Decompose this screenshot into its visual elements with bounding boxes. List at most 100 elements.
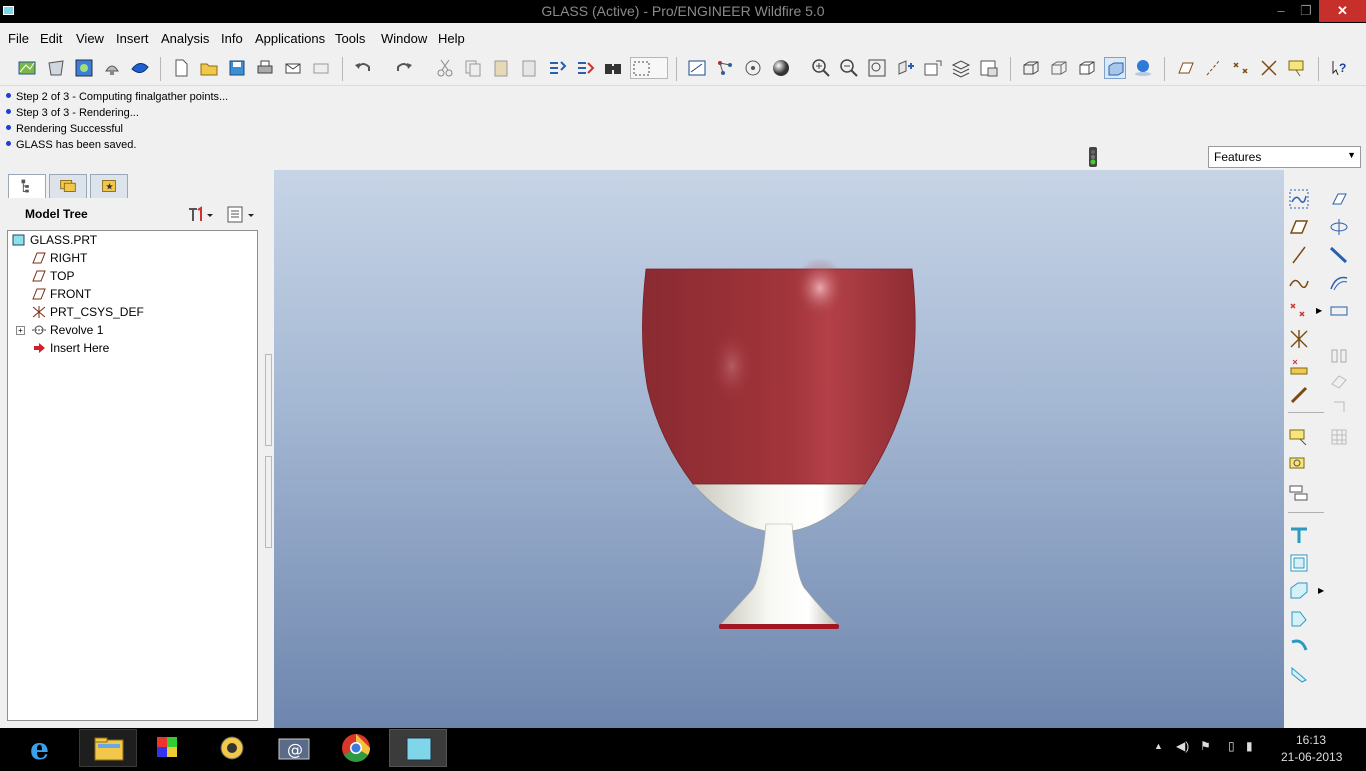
point-icon[interactable] [1288, 300, 1310, 322]
cut-icon[interactable] [434, 57, 456, 79]
round-icon[interactable] [1288, 552, 1310, 574]
reorient-icon[interactable] [894, 57, 916, 79]
csys-tool-icon[interactable] [1288, 328, 1310, 350]
no-hidden-icon[interactable] [1076, 57, 1098, 79]
orient-mode-icon[interactable] [742, 57, 764, 79]
graphics-window[interactable] [274, 170, 1284, 728]
plane-icon[interactable] [1288, 216, 1310, 238]
volume-icon[interactable]: ◀) [1176, 739, 1189, 753]
render-icon[interactable] [129, 57, 151, 79]
regenerate-icon[interactable] [546, 57, 568, 79]
rib-icon[interactable] [1288, 636, 1310, 658]
chevron-right-icon[interactable]: ▶ [1316, 306, 1322, 315]
menu-tools[interactable]: Tools [335, 31, 365, 46]
paste-special-icon[interactable] [518, 57, 540, 79]
tree-settings-icon[interactable] [186, 205, 216, 225]
datum-plane-display-icon[interactable] [1174, 57, 1196, 79]
refit-icon[interactable] [866, 57, 888, 79]
extrude-icon[interactable] [1288, 524, 1310, 546]
shell-icon[interactable] [1328, 300, 1350, 322]
menu-help[interactable]: Help [438, 31, 465, 46]
battery-icon[interactable]: ▯ [1228, 739, 1235, 753]
pattern-icon[interactable] [1328, 426, 1350, 448]
datum-axis-display-icon[interactable] [1202, 57, 1224, 79]
sketch-icon[interactable] [1288, 188, 1310, 210]
panel-sash[interactable] [265, 354, 272, 446]
light-icon[interactable] [101, 57, 123, 79]
scene-icon[interactable] [73, 57, 95, 79]
menu-applications[interactable]: Applications [255, 31, 325, 46]
appearance-sphere-icon[interactable] [770, 57, 792, 79]
chevron-right-icon[interactable]: ▶ [1318, 586, 1324, 595]
datum-point-display-icon[interactable] [1230, 57, 1252, 79]
menu-analysis[interactable]: Analysis [161, 31, 209, 46]
show-hidden-icons-button[interactable]: ▲ [1154, 741, 1163, 751]
layer-render-icon[interactable] [16, 57, 38, 79]
annotation-display-icon[interactable] [1286, 57, 1308, 79]
paste-icon[interactable] [490, 57, 512, 79]
save-icon[interactable] [226, 57, 248, 79]
network-icon[interactable]: ▮ [1246, 739, 1253, 753]
merge-icon[interactable] [1328, 370, 1350, 392]
hidden-line-icon[interactable] [1048, 57, 1070, 79]
hole-icon[interactable] [1328, 188, 1350, 210]
tree-node-right[interactable]: RIGHT [32, 251, 87, 268]
show-columns-icon[interactable] [226, 205, 258, 225]
new-file-icon[interactable] [170, 57, 192, 79]
tab-folder-browser[interactable] [49, 174, 87, 198]
send-link-icon[interactable] [310, 57, 332, 79]
restore-button[interactable]: ❐ [1295, 0, 1317, 22]
menu-info[interactable]: Info [221, 31, 243, 46]
axis-icon[interactable] [1288, 244, 1310, 266]
curve-icon[interactable] [1288, 272, 1310, 294]
spin-center-icon[interactable] [714, 57, 736, 79]
shade-icon[interactable] [45, 57, 67, 79]
menu-file[interactable]: File [8, 31, 29, 46]
close-button[interactable]: ✕ [1319, 0, 1366, 22]
trim-icon[interactable] [1328, 396, 1350, 418]
menu-window[interactable]: Window [381, 31, 427, 46]
expand-icon[interactable]: + [16, 326, 25, 335]
clock-time[interactable]: 16:13 [1296, 733, 1326, 747]
enhanced-realism-icon[interactable] [1132, 57, 1154, 79]
datum-options-icon[interactable] [1288, 384, 1310, 406]
note-icon[interactable] [1288, 426, 1310, 448]
analysis-feature-icon[interactable] [1288, 356, 1310, 378]
menu-insert[interactable]: Insert [116, 31, 149, 46]
redraw-icon[interactable] [686, 57, 708, 79]
panel-sash[interactable] [265, 456, 272, 548]
zoom-out-icon[interactable] [838, 57, 860, 79]
proengineer-icon[interactable] [389, 729, 447, 767]
warp-icon[interactable] [1288, 664, 1310, 686]
redo-icon[interactable] [393, 57, 415, 79]
context-help-icon[interactable]: ? [1328, 57, 1350, 79]
chrome-icon[interactable] [327, 729, 385, 767]
internet-explorer-icon[interactable]: e [16, 729, 74, 767]
blend-icon[interactable] [1328, 272, 1350, 294]
sweep-icon[interactable] [1328, 244, 1350, 266]
menu-edit[interactable]: Edit [40, 31, 62, 46]
snapshot-icon[interactable] [1288, 454, 1310, 476]
revolve-tool-icon[interactable] [1328, 216, 1350, 238]
view-manager-icon[interactable] [978, 57, 1000, 79]
file-explorer-icon[interactable] [79, 729, 137, 767]
mirror-icon[interactable] [1328, 344, 1350, 366]
table-view-icon[interactable] [1288, 482, 1310, 504]
email-app-icon[interactable]: @ [265, 729, 323, 767]
copy-icon[interactable] [462, 57, 484, 79]
find-icon[interactable] [602, 57, 624, 79]
saved-views-icon[interactable] [922, 57, 944, 79]
tree-node-top[interactable]: TOP [32, 269, 74, 286]
clock-date[interactable]: 21-06-2013 [1281, 750, 1342, 764]
media-app-icon[interactable] [203, 729, 261, 767]
zoom-in-icon[interactable] [810, 57, 832, 79]
chamfer-icon[interactable]: ▶ [1288, 580, 1324, 602]
send-mail-icon[interactable] [282, 57, 304, 79]
tree-node-insert-here[interactable]: Insert Here [32, 341, 109, 358]
csys-display-icon[interactable] [1258, 57, 1280, 79]
action-center-flag-icon[interactable]: ⚑ [1200, 739, 1211, 753]
tree-node-part[interactable]: GLASS.PRT [12, 233, 97, 250]
glass-model[interactable] [274, 170, 1284, 728]
layers-icon[interactable] [950, 57, 972, 79]
wireframe-icon[interactable] [1020, 57, 1042, 79]
